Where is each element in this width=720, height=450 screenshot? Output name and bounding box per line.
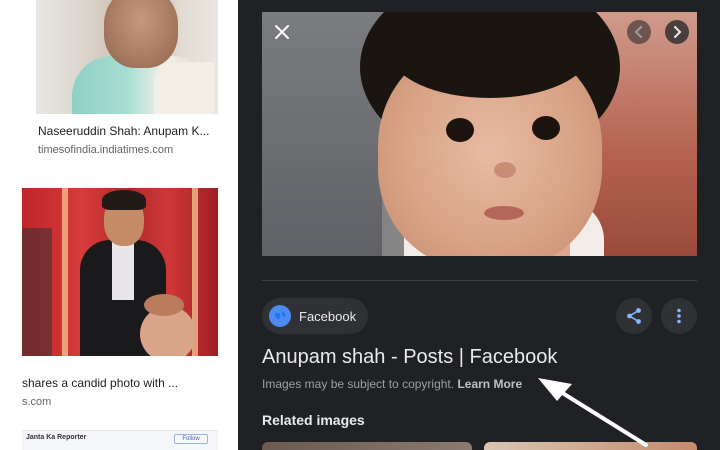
source-chip[interactable]: Facebook	[262, 298, 369, 334]
image-preview-panel: Facebook Anupam shah - Posts | Facebook …	[238, 0, 720, 450]
globe-icon	[269, 305, 291, 327]
thumb-follow-label: Follow	[174, 434, 208, 444]
related-image-thumbnail[interactable]	[484, 442, 697, 450]
preview-photo	[532, 116, 560, 140]
more-vert-icon	[677, 308, 681, 324]
thumb-figure	[144, 294, 184, 316]
thumb-caption: Janta Ka Reporter	[26, 434, 87, 441]
preview-photo	[494, 162, 516, 178]
result-thumbnail[interactable]	[22, 188, 218, 356]
result-thumbnail[interactable]	[36, 0, 218, 114]
preview-photo	[484, 206, 524, 220]
copyright-notice: Images may be subject to copyright. Lear…	[262, 377, 522, 391]
copyright-text: Images may be subject to copyright.	[262, 377, 455, 391]
result-title[interactable]: Naseeruddin Shah: Anupam K...	[38, 124, 218, 138]
preview-photo	[446, 118, 474, 142]
close-button[interactable]	[268, 18, 296, 46]
thumb-figure	[102, 190, 146, 210]
thumb-figure	[112, 242, 134, 300]
thumb-figure	[154, 62, 214, 114]
more-options-button[interactable]	[661, 298, 697, 334]
thumb-figure	[104, 0, 178, 68]
close-icon	[275, 25, 289, 39]
learn-more-link[interactable]: Learn More	[457, 377, 522, 391]
thumb-figure	[62, 188, 68, 356]
related-images-heading: Related images	[262, 412, 365, 428]
chevron-left-icon	[634, 26, 642, 38]
share-button[interactable]	[616, 298, 652, 334]
image-title[interactable]: Anupam shah - Posts | Facebook	[262, 346, 557, 369]
result-thumbnail[interactable]: Janta Ka Reporter Follow	[22, 430, 218, 450]
previous-image-button[interactable]	[627, 20, 651, 44]
next-image-button[interactable]	[665, 20, 689, 44]
results-column: Naseeruddin Shah: Anupam K... timesofind…	[0, 0, 238, 450]
share-icon	[627, 308, 641, 324]
thumb-figure	[22, 228, 52, 356]
result-source: s.com	[22, 396, 52, 408]
result-source: timesofindia.indiatimes.com	[38, 144, 174, 156]
preview-image[interactable]	[262, 12, 697, 256]
divider	[262, 280, 697, 281]
source-chip-label: Facebook	[299, 308, 357, 324]
chevron-right-icon	[674, 26, 682, 38]
related-image-thumbnail[interactable]	[262, 442, 472, 450]
result-title[interactable]: shares a candid photo with ...	[22, 376, 202, 390]
